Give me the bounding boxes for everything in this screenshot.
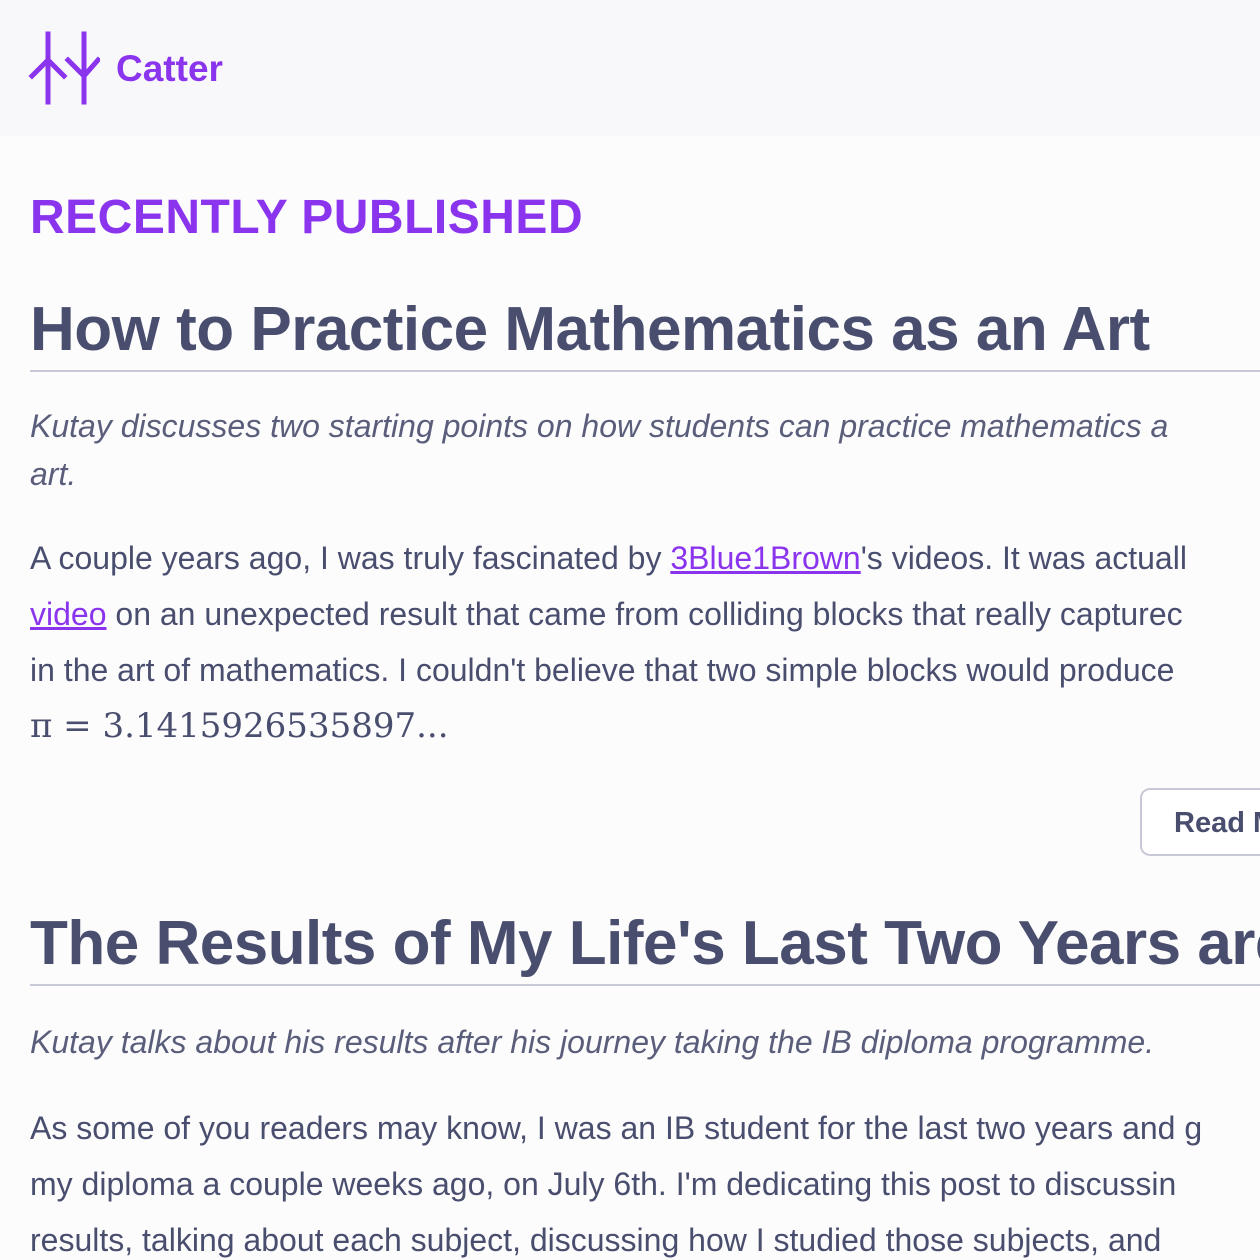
math-expression: π = 3.1415926535897... <box>30 706 449 746</box>
post-excerpt: As some of you readers may know, I was a… <box>30 1100 1260 1260</box>
page: Catter RECENTLY PUBLISHED How to Practic… <box>0 0 1260 1260</box>
catter-logo-icon <box>28 31 100 105</box>
post-title-link[interactable]: The Results of My Life's Last Two Years … <box>30 904 1260 984</box>
post-description: Kutay discusses two starting points on h… <box>30 402 1260 498</box>
read-more-row: Read More: <box>30 754 1260 872</box>
excerpt-text: on an unexpected result that came from c… <box>106 596 1183 632</box>
description-line: Kutay discusses two starting points on h… <box>30 408 1169 444</box>
excerpt-text: in the art of mathematics. I couldn't be… <box>30 652 1175 688</box>
title-divider <box>30 984 1260 986</box>
excerpt-text: 's videos. It was actuall <box>860 540 1187 576</box>
description-line: art. <box>30 456 77 492</box>
link-video[interactable]: video <box>30 596 107 632</box>
home-link[interactable]: Catter <box>28 30 223 106</box>
section-title: RECENTLY PUBLISHED <box>30 191 584 244</box>
excerpt-text: As some of you readers may know, I was a… <box>30 1110 1203 1146</box>
title-divider <box>30 370 1260 372</box>
post-excerpt: A couple years ago, I was truly fascinat… <box>30 530 1260 754</box>
site-header: Catter <box>0 0 1260 136</box>
main-content: RECENTLY PUBLISHED How to Practice Mathe… <box>30 136 1260 1260</box>
post-card: How to Practice Mathematics as an Art Ku… <box>30 290 1260 872</box>
site-name: Catter <box>116 47 223 89</box>
post-description: Kutay talks about his results after his … <box>30 1024 1155 1060</box>
post-title-link[interactable]: How to Practice Mathematics as an Art <box>30 290 1260 370</box>
post-card: The Results of My Life's Last Two Years … <box>30 904 1260 1260</box>
link-3blue1brown[interactable]: 3Blue1Brown <box>670 540 860 576</box>
read-more-button[interactable]: Read More: <box>1140 788 1260 856</box>
excerpt-text: my diploma a couple weeks ago, on July 6… <box>30 1166 1177 1202</box>
excerpt-text: A couple years ago, I was truly fascinat… <box>30 540 671 576</box>
excerpt-text: results, talking about each subject, dis… <box>30 1222 1162 1258</box>
